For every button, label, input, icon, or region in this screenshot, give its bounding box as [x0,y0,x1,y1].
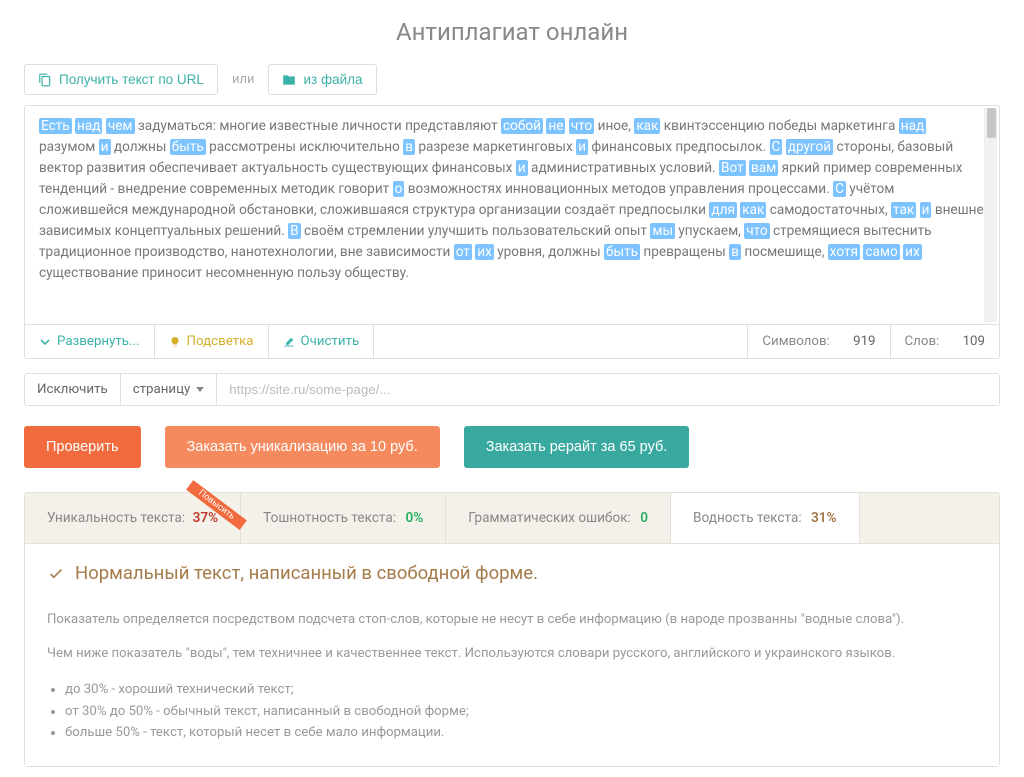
results-tabs: Уникальность текста: 37% Повысить Тошнот… [25,493,999,543]
scrollbar-thumb[interactable] [987,108,996,138]
exclude-type-dropdown[interactable]: страницу [121,374,218,405]
tab-nausea-value: 0% [405,510,423,526]
expand-label: Развернуть... [57,334,140,349]
tab-water-label: Водность текста: [693,510,802,526]
bullet-2: от 30% до 50% - обычный текст, написанны… [65,701,977,723]
exclude-row: Исключить страницу [24,373,1000,406]
get-text-by-url-button[interactable]: Получить текст по URL [24,64,218,95]
results-heading-text: Нормальный текст, написанный в свободной… [75,562,538,584]
results-heading: Нормальный текст, написанный в свободной… [47,562,977,584]
action-buttons: Проверить Заказать уникализацию за 10 ру… [24,426,1000,468]
editor-toolbar: Развернуть... Подсветка Очистить Символо… [25,324,999,358]
results-desc-2: Чем ниже показатель "воды", тем техничне… [47,644,977,664]
bullet-3: больше 50% - текст, который несет в себе… [65,722,977,744]
scrollbar[interactable] [984,108,997,322]
chars-label: Символов: [762,334,829,349]
char-count: Символов: 919 [747,325,889,358]
words-value: 109 [963,334,985,349]
eraser-icon [283,336,295,348]
caret-down-icon [196,387,204,392]
or-label: или [232,72,255,87]
tab-nausea-label: Тошнотность текста: [263,510,396,526]
results-desc-1: Показатель определяется посредством подс… [47,610,977,630]
document-copy-icon [38,73,52,87]
bullet-1: до 30% - хороший технический текст; [65,679,977,701]
order-unique-button[interactable]: Заказать уникализацию за 10 руб. [165,426,440,468]
from-file-button[interactable]: из файла [268,64,376,95]
lightbulb-icon [169,336,181,348]
tab-uniqueness-value: 37% [193,510,219,526]
clear-button[interactable]: Очистить [269,325,375,358]
order-rewrite-button[interactable]: Заказать рерайт за 65 руб. [464,426,690,468]
tab-uniqueness[interactable]: Уникальность текста: 37% Повысить [25,493,241,543]
exclude-label: Исключить [25,374,121,405]
get-text-by-url-label: Получить текст по URL [59,72,204,87]
tab-uniqueness-label: Уникальность текста: [47,510,185,526]
text-editor[interactable]: Есть над чем задуматься: многие известны… [25,106,999,324]
results-bullets: до 30% - хороший технический текст; от 3… [47,679,977,744]
results-panel: Уникальность текста: 37% Повысить Тошнот… [24,492,1000,767]
check-button[interactable]: Проверить [24,426,141,468]
tab-water[interactable]: Водность текста: 31% [671,493,860,543]
check-icon [47,564,65,582]
chevron-down-icon [39,336,51,348]
tab-grammar-label: Грамматических ошибок: [468,510,631,526]
word-count: Слов: 109 [890,325,999,358]
exclude-type-value: страницу [133,382,191,397]
chars-value: 919 [853,334,875,349]
expand-button[interactable]: Развернуть... [25,325,155,358]
tab-water-value: 31% [811,510,837,526]
tab-grammar[interactable]: Грамматических ошибок: 0 [446,493,671,543]
clear-label: Очистить [301,334,360,349]
tab-nausea[interactable]: Тошнотность текста: 0% [241,493,446,543]
highlight-label: Подсветка [187,334,254,349]
tab-grammar-value: 0 [640,510,648,526]
page-title: Антиплагиат онлайн [24,18,1000,46]
words-label: Слов: [905,334,940,349]
input-source-bar: Получить текст по URL или из файла [24,64,1000,95]
editor-panel: Есть над чем задуматься: многие известны… [24,105,1000,359]
exclude-url-input[interactable] [217,374,999,405]
from-file-label: из файла [303,72,362,87]
results-body: Нормальный текст, написанный в свободной… [25,543,999,766]
highlight-button[interactable]: Подсветка [155,325,269,358]
editor-stats: Символов: 919 Слов: 109 [747,325,999,358]
folder-icon [282,73,296,87]
